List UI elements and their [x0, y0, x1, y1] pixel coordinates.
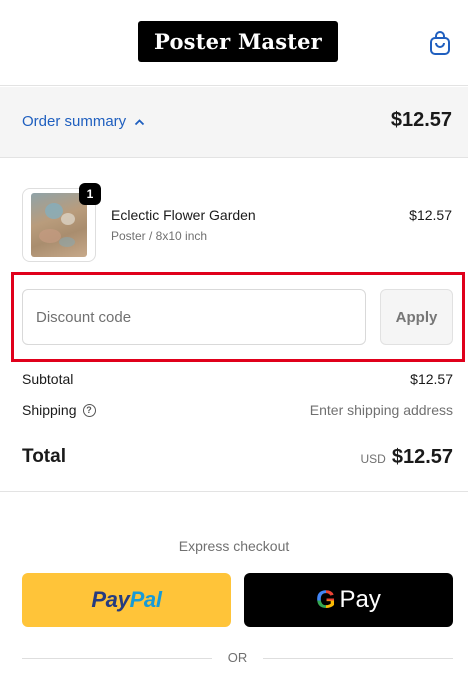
or-label: OR — [227, 650, 248, 665]
or-divider: OR — [22, 650, 453, 666]
product-thumbnail: 1 — [22, 183, 101, 262]
chevron-up-icon — [135, 118, 145, 125]
shipping-label-group: Shipping ? — [22, 402, 96, 418]
paypal-logo-part1: Pay — [91, 587, 130, 612]
total-amount-group: USD $12.57 — [360, 446, 453, 469]
help-circle-icon[interactable]: ? — [82, 403, 96, 417]
order-summary-bar: Order summary $12.57 — [0, 87, 468, 158]
total-label: Total — [22, 446, 66, 467]
google-pay-label: Pay — [339, 586, 381, 613]
order-summary-label: Order summary — [22, 113, 127, 130]
product-image — [31, 193, 87, 257]
paypal-logo-part2: Pal — [129, 587, 162, 612]
shipping-label: Shipping — [22, 402, 77, 418]
shipping-value: Enter shipping address — [309, 402, 453, 418]
subtotal-label: Subtotal — [22, 371, 74, 387]
order-summary-toggle[interactable]: Order summary — [22, 113, 145, 130]
product-name: Eclectic Flower Garden — [111, 207, 256, 223]
subtotal-value: $12.57 — [410, 371, 453, 387]
product-price: $12.57 — [409, 207, 452, 223]
google-g-icon: G — [316, 585, 336, 614]
google-pay-button[interactable]: G Pay — [244, 573, 453, 627]
section-divider — [0, 491, 468, 492]
express-checkout-heading: Express checkout — [178, 538, 290, 554]
total-value: $12.57 — [391, 446, 453, 468]
product-variant: Poster / 8x10 inch — [111, 229, 208, 243]
store-logo[interactable]: Poster Master — [138, 21, 338, 62]
currency-code: USD — [360, 452, 386, 466]
quantity-badge: 1 — [79, 183, 101, 205]
apply-discount-button[interactable]: Apply — [380, 289, 453, 345]
paypal-button[interactable]: PayPal — [22, 573, 231, 627]
discount-code-input[interactable] — [22, 289, 366, 345]
shopping-bag-icon[interactable] — [428, 30, 452, 56]
header: Poster Master — [0, 0, 468, 86]
summary-total: $12.57 — [390, 109, 452, 131]
line-item: 1 Eclectic Flower Garden Poster / 8x10 i… — [22, 183, 452, 262]
